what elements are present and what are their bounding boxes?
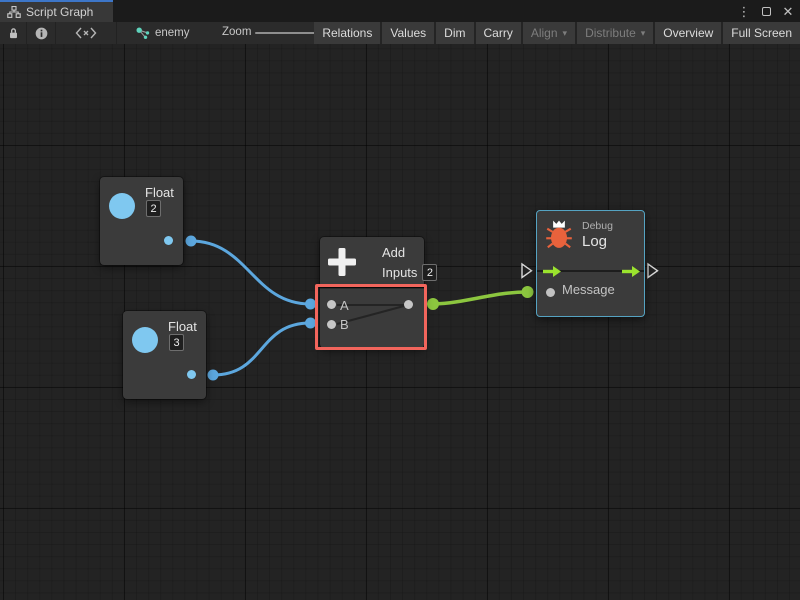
node-subtitle: Debug [582, 220, 613, 232]
inputs-label: Inputs [382, 265, 417, 280]
float-value-icon [132, 327, 158, 353]
node-title: Float [145, 185, 174, 200]
node-add-header[interactable]: Add Inputs 2 [320, 237, 424, 287]
toolbar-buttons: Relations Values Dim Carry Align Distrib… [314, 22, 800, 44]
wire-endpoint-dot[interactable] [305, 318, 316, 329]
wire-endpoint-dot[interactable] [522, 286, 534, 298]
node-title: Add [382, 245, 405, 260]
output-port-dot[interactable] [164, 236, 173, 245]
node-float-2[interactable]: Float 3 [123, 311, 206, 399]
tab-title: Script Graph [26, 5, 93, 19]
plus-icon [328, 248, 356, 276]
node-debug-log[interactable]: Debug Log Message [536, 210, 645, 317]
flow-out-arrow-icon[interactable] [622, 265, 640, 278]
script-graph-window: Script Graph ⋮ ✕ [0, 0, 800, 600]
wire-float1-to-add-a[interactable] [191, 241, 310, 304]
port-b-label: B [340, 317, 349, 332]
wire-endpoint-dot[interactable] [208, 370, 219, 381]
wire-endpoint-dot[interactable] [305, 299, 316, 310]
window-close-icon[interactable]: ✕ [780, 3, 796, 19]
flow-out-triangle-port[interactable] [648, 264, 658, 278]
code-toggle-button[interactable] [56, 22, 117, 44]
wire-add-to-debug-message[interactable] [433, 292, 527, 304]
graph-name-label: enemy [155, 27, 190, 39]
float-value-input[interactable]: 2 [146, 200, 161, 217]
node-float-1[interactable]: Float 2 [100, 177, 183, 265]
dim-button[interactable]: Dim [436, 22, 473, 44]
overview-button[interactable]: Overview [655, 22, 721, 44]
carry-button[interactable]: Carry [476, 22, 521, 44]
wire-endpoint-dot[interactable] [186, 236, 197, 247]
flow-in-arrow-icon[interactable] [543, 265, 561, 278]
relation-lines [320, 289, 424, 349]
node-title: Log [582, 233, 607, 250]
window-maximize-icon[interactable] [758, 3, 774, 19]
port-a-label: A [340, 298, 349, 313]
wire-endpoint-dot[interactable] [427, 298, 439, 310]
float-value-input[interactable]: 3 [169, 334, 184, 351]
wire-float2-to-add-b[interactable] [213, 323, 310, 375]
info-icon [35, 27, 48, 40]
graph-breadcrumb[interactable]: enemy [136, 22, 190, 44]
message-port-dot[interactable] [546, 288, 555, 297]
window-controls: ⋮ ✕ [736, 0, 796, 22]
code-icon [75, 27, 97, 39]
float-value-icon [109, 193, 135, 219]
lock-icon [8, 27, 19, 40]
graph-toolbar: enemy Zoom 1x Relations Values Dim Carry… [0, 22, 800, 44]
tab-script-graph[interactable]: Script Graph [0, 0, 113, 22]
lock-button[interactable] [0, 22, 27, 44]
window-menu-icon[interactable]: ⋮ [736, 3, 752, 19]
graph-tab-icon [7, 6, 21, 18]
flow-in-triangle-port[interactable] [522, 264, 532, 278]
output-port-dot[interactable] [187, 370, 196, 379]
relations-button[interactable]: Relations [314, 22, 380, 44]
node-add-ports[interactable]: A B [320, 288, 424, 348]
message-port-label: Message [562, 282, 615, 297]
inputs-count-input[interactable]: 2 [422, 264, 437, 281]
distribute-button[interactable]: Distribute [577, 22, 653, 44]
graph-network-icon [136, 27, 150, 39]
debug-bug-icon [546, 218, 572, 250]
output-port-dot[interactable] [404, 300, 413, 309]
input-port-a-dot[interactable] [327, 300, 336, 309]
graph-canvas[interactable]: Float 2 Float 3 Add Inputs 2 [0, 44, 800, 600]
info-button[interactable] [27, 22, 56, 44]
input-port-b-dot[interactable] [327, 320, 336, 329]
node-title: Float [168, 319, 197, 334]
fullscreen-button[interactable]: Full Screen [723, 22, 800, 44]
values-button[interactable]: Values [382, 22, 434, 44]
tab-bar: Script Graph ⋮ ✕ [0, 0, 800, 22]
align-button[interactable]: Align [523, 22, 575, 44]
zoom-label: Zoom [222, 26, 251, 38]
